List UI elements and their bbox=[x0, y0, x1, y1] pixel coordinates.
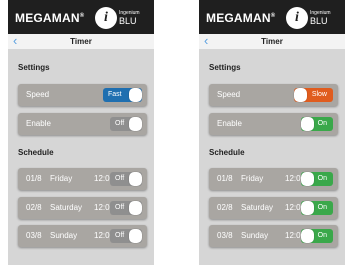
schedule-toggle-state: Off bbox=[115, 204, 125, 211]
schedule-toggle-state: Off bbox=[115, 232, 125, 239]
ingenium-logo-text: Ingenium BLU bbox=[119, 10, 140, 26]
enable-row: Enable On bbox=[209, 113, 338, 135]
logo-big-text: BLU bbox=[310, 16, 328, 26]
speed-toggle-state: Fast bbox=[108, 91, 122, 98]
schedule-date: 02/8 bbox=[26, 203, 42, 212]
schedule-day: Saturday bbox=[241, 203, 274, 212]
enable-toggle-state: Off bbox=[115, 120, 125, 127]
schedule-row[interactable]: 01/8 Friday 12:00 On bbox=[209, 168, 338, 190]
page-title: Timer bbox=[70, 37, 92, 46]
schedule-day: Sunday bbox=[50, 231, 78, 240]
enable-toggle[interactable]: On bbox=[301, 117, 333, 131]
schedule-day: Saturday bbox=[50, 203, 83, 212]
toggle-knob bbox=[129, 117, 142, 131]
schedule-row[interactable]: 03/8 Sunday 12:00 On bbox=[209, 225, 338, 247]
toggle-knob bbox=[129, 172, 142, 186]
schedule-toggle-state: On bbox=[317, 204, 327, 211]
enable-label: Enable bbox=[26, 119, 51, 128]
nav-bar: ‹ Timer bbox=[199, 33, 345, 49]
schedule-toggle[interactable]: On bbox=[301, 229, 333, 243]
settings-heading: Settings bbox=[18, 63, 50, 72]
schedule-row[interactable]: 03/8 Sunday 12:00 Off bbox=[18, 225, 147, 247]
schedule-day: Friday bbox=[241, 174, 264, 183]
timer-screen-left: MEGAMAN® i Ingenium BLU ‹ Timer Settings… bbox=[8, 0, 154, 265]
enable-row: Enable Off bbox=[18, 113, 147, 135]
schedule-toggle[interactable]: Off bbox=[110, 172, 142, 186]
schedule-date: 01/8 bbox=[26, 174, 42, 183]
enable-toggle[interactable]: Off bbox=[110, 117, 142, 131]
ingenium-icon: i bbox=[286, 7, 308, 29]
schedule-date: 03/8 bbox=[26, 231, 42, 240]
schedule-row[interactable]: 02/8 Saturday 12:00 Off bbox=[18, 197, 147, 219]
schedule-day: Friday bbox=[50, 174, 73, 183]
enable-toggle-state: On bbox=[317, 120, 327, 127]
schedule-heading: Schedule bbox=[18, 148, 54, 157]
schedule-toggle-state: On bbox=[317, 232, 327, 239]
speed-toggle[interactable]: Fast bbox=[103, 88, 142, 102]
toggle-knob bbox=[294, 88, 307, 102]
toggle-knob bbox=[301, 229, 314, 243]
schedule-toggle[interactable]: Off bbox=[110, 229, 142, 243]
brand-logo: MEGAMAN® bbox=[206, 11, 276, 25]
speed-row: Speed Fast bbox=[18, 84, 147, 106]
schedule-toggle-state: Off bbox=[115, 175, 125, 182]
toggle-knob bbox=[301, 172, 314, 186]
nav-bar: ‹ Timer bbox=[8, 33, 154, 49]
brand-name: MEGAMAN bbox=[15, 11, 80, 25]
schedule-toggle[interactable]: Off bbox=[110, 201, 142, 215]
brand-name: MEGAMAN bbox=[206, 11, 271, 25]
toggle-knob bbox=[301, 201, 314, 215]
speed-label: Speed bbox=[26, 90, 50, 99]
ingenium-logo-text: Ingenium BLU bbox=[310, 10, 331, 26]
logo-big-text: BLU bbox=[119, 16, 137, 26]
ingenium-icon: i bbox=[95, 7, 117, 29]
timer-screen-right: MEGAMAN® i Ingenium BLU ‹ Timer Settings… bbox=[199, 0, 345, 265]
toggle-knob bbox=[301, 117, 314, 131]
enable-label: Enable bbox=[217, 119, 242, 128]
schedule-toggle[interactable]: On bbox=[301, 172, 333, 186]
page-title: Timer bbox=[261, 37, 283, 46]
brand-logo: MEGAMAN® bbox=[15, 11, 85, 25]
schedule-row[interactable]: 01/8 Friday 12:00 Off bbox=[18, 168, 147, 190]
speed-toggle-state: Slow bbox=[311, 91, 327, 98]
speed-label: Speed bbox=[217, 90, 241, 99]
schedule-date: 02/8 bbox=[217, 203, 233, 212]
schedule-date: 03/8 bbox=[217, 231, 233, 240]
schedule-day: Sunday bbox=[241, 231, 269, 240]
toggle-knob bbox=[129, 201, 142, 215]
speed-toggle[interactable]: Slow bbox=[294, 88, 333, 102]
speed-row: Speed Slow bbox=[209, 84, 338, 106]
toggle-knob bbox=[129, 229, 142, 243]
schedule-toggle[interactable]: On bbox=[301, 201, 333, 215]
schedule-toggle-state: On bbox=[317, 175, 327, 182]
schedule-heading: Schedule bbox=[209, 148, 245, 157]
app-header: MEGAMAN® i Ingenium BLU bbox=[8, 0, 154, 34]
toggle-knob bbox=[129, 88, 142, 102]
settings-heading: Settings bbox=[209, 63, 241, 72]
app-header: MEGAMAN® i Ingenium BLU bbox=[199, 0, 345, 34]
schedule-row[interactable]: 02/8 Saturday 12:00 On bbox=[209, 197, 338, 219]
schedule-date: 01/8 bbox=[217, 174, 233, 183]
